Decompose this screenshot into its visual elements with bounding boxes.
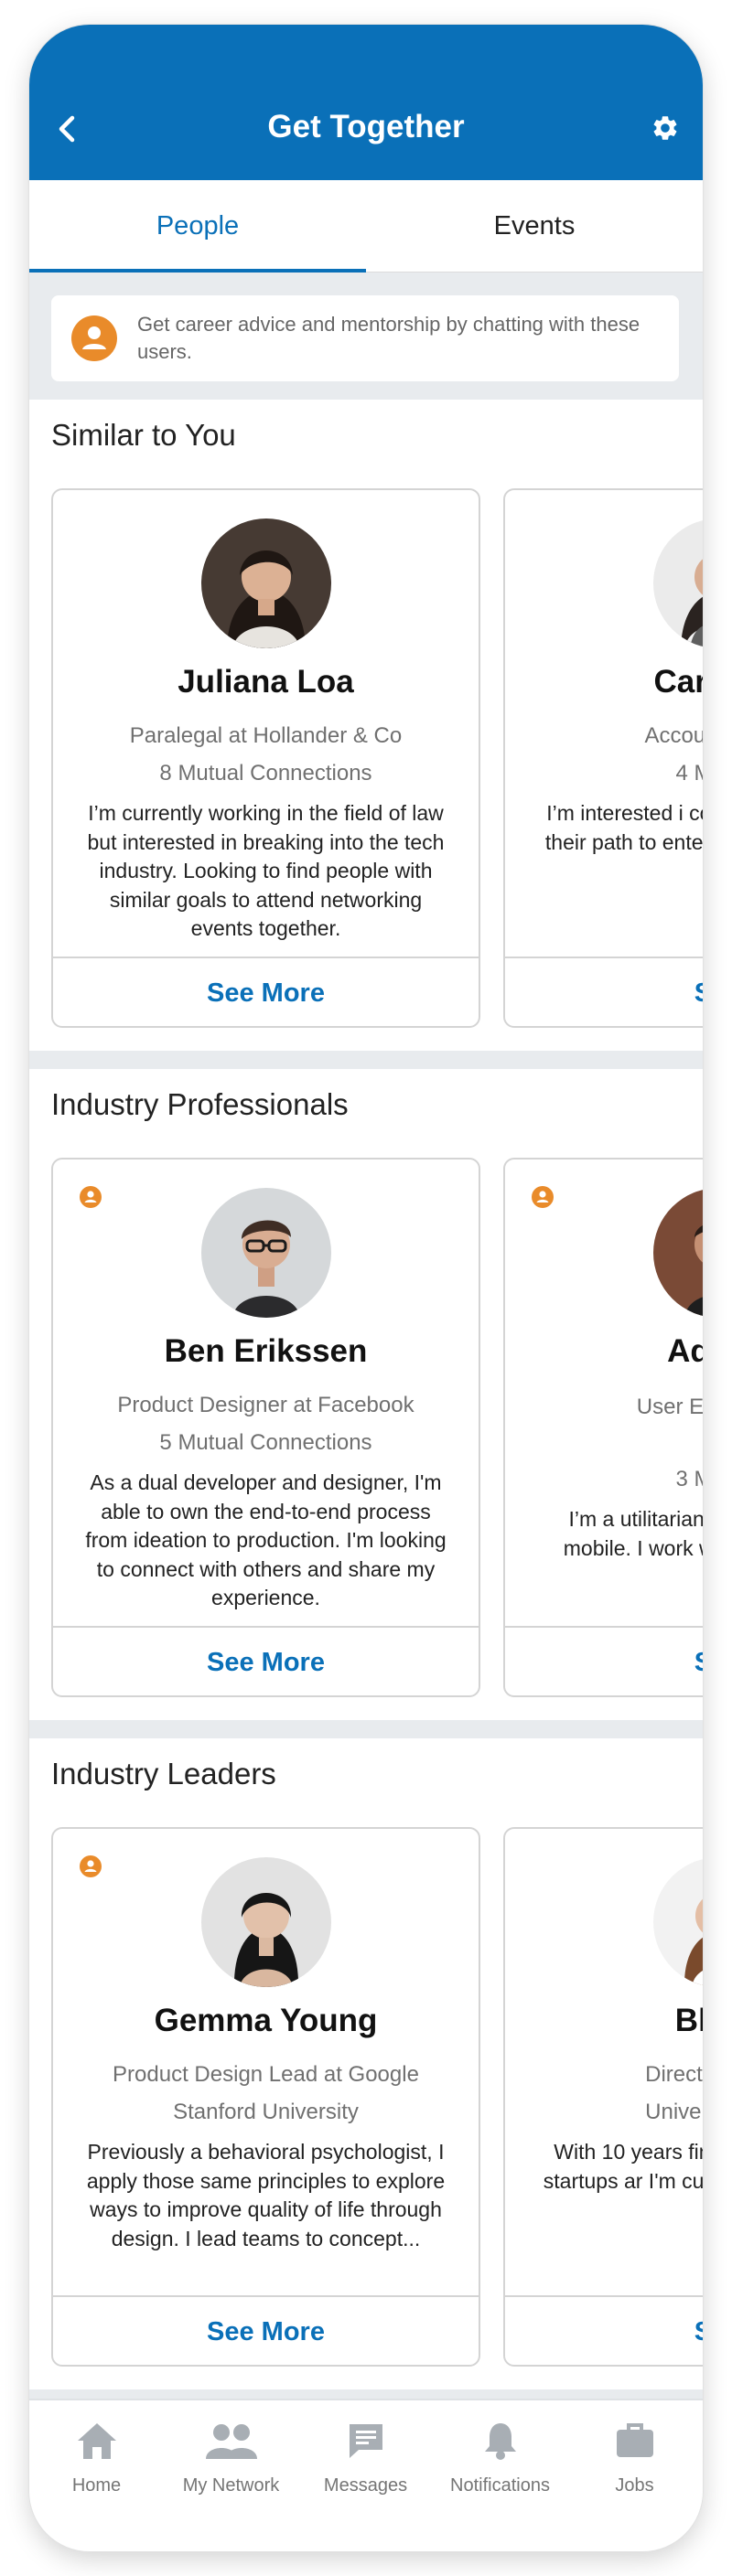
nav-notifications[interactable]: Notifications	[433, 2413, 567, 2496]
person-badge-icon	[80, 1855, 102, 1877]
person-badge-icon	[532, 1186, 554, 1208]
nav-label: Notifications	[450, 2475, 550, 2496]
nav-jobs[interactable]: Jobs	[567, 2413, 702, 2496]
mentorship-notice: Get career advice and mentorship by chat…	[51, 295, 679, 381]
profile-role: User Experie Lin	[636, 1395, 703, 1419]
avatar	[201, 1857, 331, 1987]
nav-label: Messages	[323, 2475, 408, 2496]
nav-label: Home	[71, 2475, 122, 2496]
person-badge-icon	[80, 1186, 102, 1208]
profile-card[interactable]: Gemma Young Product Design Lead at Googl…	[51, 1827, 480, 2367]
profile-name: Ben Erikssen	[164, 1333, 368, 1369]
nav-my-network[interactable]: My Network	[164, 2413, 298, 2496]
avatar	[653, 1188, 703, 1318]
nav-home[interactable]: Home	[29, 2413, 164, 2496]
section-industry-leaders: Industry Leaders Gemma Young Product Des…	[29, 1738, 703, 2389]
tab-events[interactable]: Events	[366, 180, 703, 272]
tab-people[interactable]: People	[29, 180, 366, 273]
profile-bio: As a dual developer and designer, I'm ab…	[85, 1470, 447, 1609]
avatar	[201, 1188, 331, 1318]
profile-name: Gemma Young	[154, 2003, 378, 2038]
mutual-connections: 4 Mutual	[675, 761, 703, 786]
person-circle-icon	[71, 315, 117, 361]
profile-card[interactable]: Caroline Account Execu 4 Mutual I’m inte…	[503, 488, 703, 1028]
mutual-connections: 8 Mutual Connections	[159, 761, 372, 786]
profile-name: Adrian	[667, 1333, 703, 1369]
profile-school: University of M	[645, 2100, 703, 2124]
avatar	[653, 1857, 703, 1987]
profile-school: Stanford University	[173, 2100, 359, 2124]
mutual-connections: 3 Mutual	[675, 1467, 703, 1491]
notice-text: Get career advice and mentorship by chat…	[137, 313, 640, 363]
message-icon	[349, 2424, 382, 2458]
see-more-button[interactable]: See More	[53, 958, 479, 1026]
bell-icon	[484, 2423, 516, 2460]
section-title: Similar to You	[51, 418, 236, 452]
app-header: Get Together	[29, 25, 703, 180]
avatar	[653, 518, 703, 648]
see-more-button[interactable]: See	[505, 1628, 703, 1695]
gear-icon	[653, 116, 677, 140]
profile-name: Juliana Loa	[178, 664, 354, 700]
see-more-button[interactable]: See More	[53, 1628, 479, 1695]
see-more-button[interactable]: See More	[53, 2297, 479, 2365]
profile-name: Caroline	[653, 664, 703, 700]
profile-bio: With 10 years fintech, I've shi small st…	[543, 2140, 703, 2193]
bottom-nav: Home My Network Messages Notifications J…	[29, 2399, 703, 2551]
profile-card[interactable]: Juliana Loa Paralegal at Hollander & Co …	[51, 488, 480, 1028]
briefcase-icon	[616, 2423, 653, 2457]
profile-role: Product Design Lead at Google	[113, 2062, 419, 2087]
profile-bio: I’m a utilitarian solve design cha mobil…	[563, 1507, 703, 1560]
profile-role: Product Designer at Facebook	[117, 1393, 414, 1417]
section-industry-professionals: Industry Professionals Ben Erikssen Prod…	[29, 1069, 703, 1720]
mutual-connections: 5 Mutual Connections	[159, 1430, 372, 1455]
home-icon	[77, 2423, 116, 2459]
nav-messages[interactable]: Messages	[298, 2413, 433, 2496]
profile-bio: I’m interested i connect with pr about t…	[544, 801, 703, 854]
profile-role: Director of Exp	[645, 2062, 703, 2087]
nav-label: Jobs	[615, 2475, 654, 2496]
see-more-button[interactable]: See	[505, 2297, 703, 2365]
phone-screen: Get Together People Events Get career ad…	[29, 25, 703, 2551]
people-icon	[205, 2424, 257, 2459]
profile-role: Account Execu	[644, 723, 703, 748]
profile-bio: Previously a behavioral psychologist, I …	[86, 2140, 446, 2250]
settings-button[interactable]	[648, 111, 683, 145]
profile-card[interactable]: Blake Director of Exp University of M Wi…	[503, 1827, 703, 2367]
profile-role: Paralegal at Hollander & Co	[129, 723, 403, 748]
profile-bio: I’m currently working in the field of la…	[87, 801, 445, 940]
see-more-button[interactable]: See	[505, 958, 703, 1026]
section-similar-to-you: Similar to You Juliana Loa Paralegal at …	[29, 400, 703, 1051]
nav-label: My Network	[182, 2475, 280, 2496]
avatar	[201, 518, 331, 648]
page-title: Get Together	[267, 109, 465, 144]
profile-name: Blake	[674, 2003, 703, 2038]
profile-card[interactable]: Adrian User Experie Lin 3 Mutual I’m a u…	[503, 1158, 703, 1697]
tab-bar: People Events	[29, 180, 703, 273]
section-title: Industry Professionals	[51, 1087, 349, 1121]
section-title: Industry Leaders	[51, 1757, 276, 1790]
profile-card[interactable]: Ben Erikssen Product Designer at Faceboo…	[51, 1158, 480, 1697]
